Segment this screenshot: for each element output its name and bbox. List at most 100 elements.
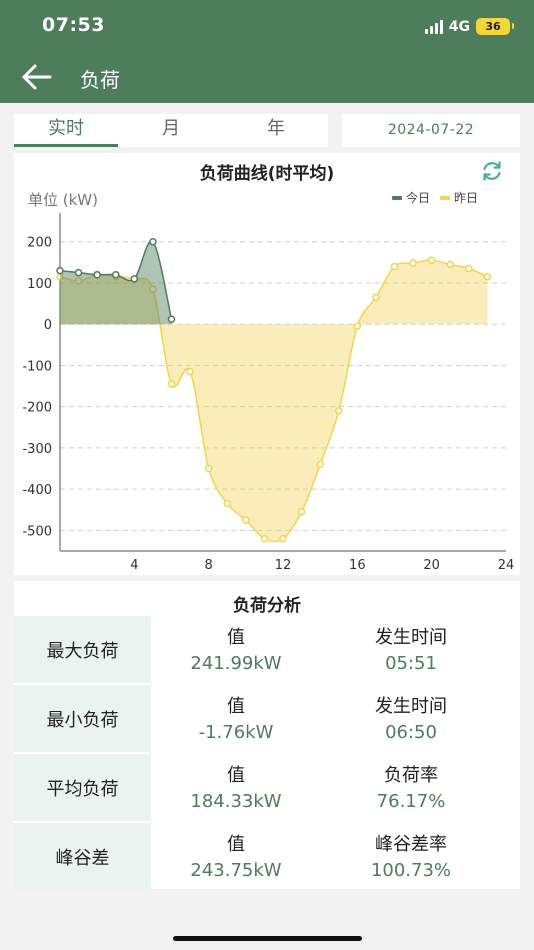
date-picker[interactable]: 2024-07-22 xyxy=(342,114,520,147)
row-peak-valley: 峰谷差 值 243.75kW 峰谷差率 100.73% xyxy=(14,823,520,890)
y-tick-label: -300 xyxy=(22,442,52,457)
x-tick-label: 4 xyxy=(130,558,138,573)
rate-column: 负荷率 76.17% xyxy=(341,754,481,821)
load-curve-chart: 200 100 0 -100 -200 -300 -400 -500 4 8 12 16 20 24 xyxy=(22,213,515,573)
time-text: 05:51 xyxy=(385,653,437,674)
value-label: 值 xyxy=(227,627,245,648)
time-label: 发生时间 xyxy=(375,696,447,717)
point-yesterday xyxy=(446,260,454,269)
rate-column: 峰谷差率 100.73% xyxy=(341,823,481,890)
row-label: 最大负荷 xyxy=(14,616,151,683)
value-column: 值 -1.76kW xyxy=(166,685,306,752)
area-today xyxy=(60,240,172,325)
refresh-icon[interactable] xyxy=(480,159,504,183)
analysis-title: 负荷分析 xyxy=(233,596,301,616)
y-tick-label: -200 xyxy=(22,401,52,416)
page-title: 负荷 xyxy=(80,68,120,92)
value-label: 值 xyxy=(227,765,245,786)
value-column: 值 184.33kW xyxy=(166,754,306,821)
battery-level: 36 xyxy=(485,20,501,33)
point-yesterday xyxy=(409,259,417,267)
point-yesterday xyxy=(372,293,380,302)
point-yesterday xyxy=(242,516,250,524)
rate-text: 76.17% xyxy=(376,791,446,812)
point-today xyxy=(130,275,139,283)
y-tick-label: 0 xyxy=(44,318,52,333)
value-label: 值 xyxy=(227,696,245,717)
point-yesterday xyxy=(390,262,399,271)
point-yesterday xyxy=(167,380,176,388)
app-header: 07:53 4G 36 负荷 xyxy=(0,0,534,103)
tab-realtime[interactable]: 实时 xyxy=(14,114,118,147)
x-tick-label: 20 xyxy=(423,558,440,573)
battery-icon: 36 xyxy=(476,18,514,35)
point-yesterday xyxy=(483,273,492,281)
point-yesterday xyxy=(297,508,306,516)
legend-swatch-today xyxy=(392,195,402,200)
rate-label: 峰谷差率 xyxy=(375,834,447,855)
point-yesterday xyxy=(223,499,231,508)
load-curve-card: 200 100 0 -100 -200 -300 -400 -500 4 8 12 16 20 24 负荷… xyxy=(14,153,520,575)
row-label: 峰谷差 xyxy=(14,823,151,890)
value-text: 184.33kW xyxy=(190,791,282,812)
unit-label: 单位 (kW) xyxy=(28,191,98,209)
point-today xyxy=(74,268,83,277)
chart-title: 负荷曲线(时平均) xyxy=(199,164,335,184)
y-tick-label: -500 xyxy=(22,524,52,539)
legend-label-today: 今日 xyxy=(406,191,431,205)
point-yesterday xyxy=(260,534,269,543)
row-label: 最小负荷 xyxy=(14,685,151,752)
point-today xyxy=(167,315,176,324)
point-today xyxy=(149,237,157,246)
x-tick-label: 24 xyxy=(498,558,515,573)
value-text: 241.99kW xyxy=(190,653,282,674)
x-tick-label: 12 xyxy=(275,558,292,573)
time-column: 发生时间 06:50 xyxy=(341,685,481,752)
time-label: 发生时间 xyxy=(375,627,447,648)
row-label: 平均负荷 xyxy=(14,754,151,821)
time-text: 06:50 xyxy=(385,722,437,743)
row-min-load: 最小负荷 值 -1.76kW 发生时间 06:50 xyxy=(14,685,520,752)
legend-swatch-yesterday xyxy=(440,195,451,200)
legend-label-yesterday: 昨日 xyxy=(454,191,479,205)
tab-year[interactable]: 年 xyxy=(224,114,328,147)
row-avg-load: 平均负荷 值 184.33kW 负荷率 76.17% xyxy=(14,754,520,821)
point-yesterday xyxy=(316,460,324,469)
network-type: 4G xyxy=(448,18,470,35)
x-tick-label: 8 xyxy=(205,558,213,573)
value-text: 243.75kW xyxy=(190,860,282,881)
point-yesterday xyxy=(465,264,473,273)
status-time: 07:53 xyxy=(42,14,105,36)
y-tick-label: -100 xyxy=(22,359,52,374)
point-today xyxy=(93,270,101,279)
row-max-load: 最大负荷 值 241.99kW 发生时间 05:51 xyxy=(14,616,520,683)
point-yesterday xyxy=(427,256,436,265)
point-yesterday xyxy=(335,407,343,415)
value-column: 值 241.99kW xyxy=(166,616,306,683)
point-today xyxy=(56,266,64,275)
time-column: 发生时间 05:51 xyxy=(341,616,481,683)
point-yesterday xyxy=(204,464,213,473)
status-icons: 4G 36 xyxy=(424,18,514,35)
rate-label: 负荷率 xyxy=(384,765,438,786)
y-tick-label: -400 xyxy=(22,483,52,498)
point-yesterday xyxy=(186,367,194,376)
point-today xyxy=(112,270,120,279)
legend-today[interactable]: 今日 xyxy=(392,189,430,206)
chart-legend: 今日 昨日 xyxy=(392,189,478,206)
tab-month[interactable]: 月 xyxy=(119,114,223,147)
load-analysis-card: 负荷分析 最大负荷 值 241.99kW 发生时间 05:51 最小负荷 值 -… xyxy=(14,581,520,890)
rate-text: 100.73% xyxy=(370,860,452,881)
value-text: -1.76kW xyxy=(198,722,274,743)
value-label: 值 xyxy=(227,834,245,855)
point-yesterday xyxy=(279,534,287,543)
back-arrow-icon[interactable] xyxy=(20,62,54,92)
x-tick-label: 16 xyxy=(349,558,366,573)
y-tick-label: 200 xyxy=(27,236,52,251)
y-tick-label: 100 xyxy=(27,277,52,292)
signal-icon xyxy=(424,19,443,34)
legend-yesterday[interactable]: 昨日 xyxy=(440,189,478,206)
period-tabs: 实时 月 年 xyxy=(14,114,328,147)
value-column: 值 243.75kW xyxy=(166,823,306,890)
home-indicator[interactable] xyxy=(173,936,362,941)
